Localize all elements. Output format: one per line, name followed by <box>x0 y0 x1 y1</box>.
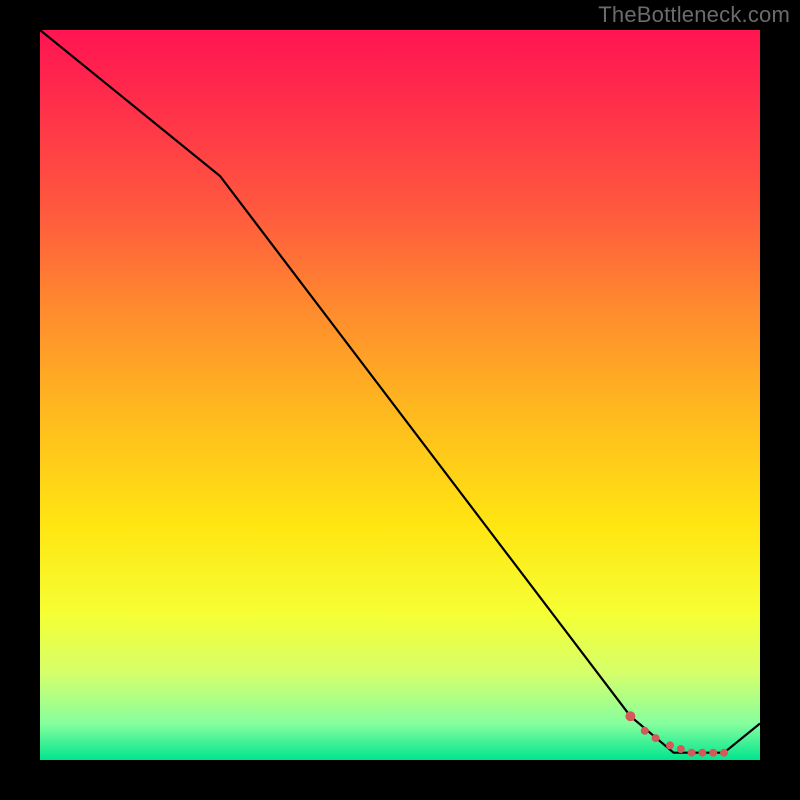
curve-markers <box>625 711 728 757</box>
curve-marker <box>720 749 728 757</box>
curve-marker <box>666 741 674 749</box>
curve-marker <box>625 711 635 721</box>
curve-marker <box>709 749 717 757</box>
curve-marker <box>677 745 685 753</box>
chart-overlay-svg <box>40 30 760 760</box>
curve-marker <box>652 734 660 742</box>
curve-marker <box>641 727 649 735</box>
curve-marker <box>688 749 696 757</box>
curve-marker <box>698 749 706 757</box>
watermark-text: TheBottleneck.com <box>598 2 790 28</box>
chart-frame: TheBottleneck.com <box>0 0 800 800</box>
bottleneck-curve-line <box>40 30 760 753</box>
